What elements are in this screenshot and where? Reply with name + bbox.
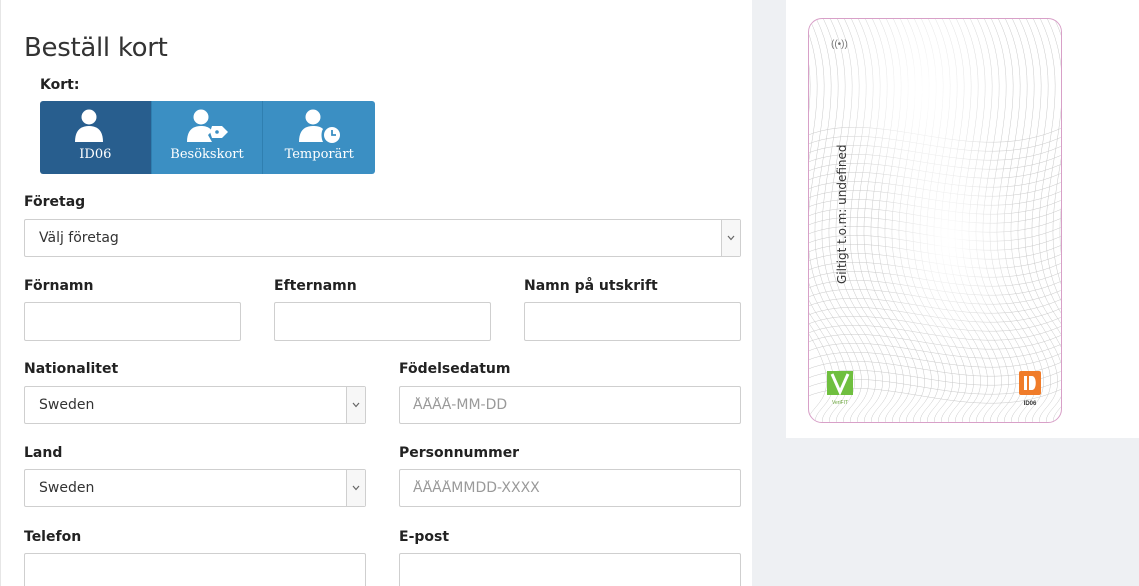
card-preview: ((•)) Giltigt t.o.m: undefined VeriFIT I… xyxy=(808,18,1062,423)
first-name-input[interactable] xyxy=(24,302,241,341)
verifit-logo: VeriFIT xyxy=(827,371,853,406)
country-select-value: Sweden xyxy=(39,480,95,496)
nationality-label: Nationalitet xyxy=(24,361,119,377)
last-name-label: Efternamn xyxy=(274,278,357,294)
first-name-label: Förnamn xyxy=(24,278,94,294)
birth-date-label: Födelsedatum xyxy=(399,361,511,377)
card-type-visitor-label: Besökskort xyxy=(170,147,244,162)
card-type-selector: ID06 Besökskort Temporärt xyxy=(40,101,375,174)
print-name-input[interactable] xyxy=(524,302,741,341)
country-select[interactable]: Sweden xyxy=(24,469,366,507)
chevron-down-icon xyxy=(721,220,740,256)
v-logo-icon xyxy=(827,371,853,396)
card-type-temporary-button[interactable]: Temporärt xyxy=(263,101,375,174)
card-validity-text: Giltigt t.o.m: undefined xyxy=(835,144,849,284)
nationality-select[interactable]: Sweden xyxy=(24,386,366,424)
company-select-value: Välj företag xyxy=(39,230,119,246)
id06-logo-icon xyxy=(1019,371,1041,395)
card-type-label: Kort: xyxy=(40,77,80,93)
verifit-logo-text: VeriFIT xyxy=(831,400,849,406)
card-type-id06-label: ID06 xyxy=(79,147,112,162)
personal-number-label: Personnummer xyxy=(399,445,520,461)
id06-logo-text: ID06 xyxy=(1023,401,1037,407)
country-label: Land xyxy=(24,445,63,461)
id06-logo: ID06 xyxy=(1017,371,1043,407)
personal-number-input[interactable] xyxy=(399,469,741,507)
page-title: Beställ kort xyxy=(24,33,168,63)
chevron-down-icon xyxy=(346,470,365,506)
nfc-icon: ((•)) xyxy=(831,39,848,50)
card-type-temporary-label: Temporärt xyxy=(284,147,354,162)
birth-date-input[interactable] xyxy=(399,386,741,424)
print-name-label: Namn på utskrift xyxy=(524,278,658,294)
chevron-down-icon xyxy=(346,387,365,423)
phone-input[interactable] xyxy=(24,553,366,586)
user-tag-icon xyxy=(187,109,228,142)
user-clock-icon xyxy=(299,109,341,143)
company-select[interactable]: Välj företag xyxy=(24,219,741,257)
company-label: Företag xyxy=(24,194,86,210)
nationality-select-value: Sweden xyxy=(39,397,95,413)
card-type-id06-button[interactable]: ID06 xyxy=(40,101,152,174)
email-label: E-post xyxy=(399,529,450,545)
user-icon xyxy=(75,109,104,142)
last-name-input[interactable] xyxy=(274,302,491,341)
phone-label: Telefon xyxy=(24,529,82,545)
card-type-visitor-button[interactable]: Besökskort xyxy=(151,101,264,174)
email-input[interactable] xyxy=(399,553,741,586)
